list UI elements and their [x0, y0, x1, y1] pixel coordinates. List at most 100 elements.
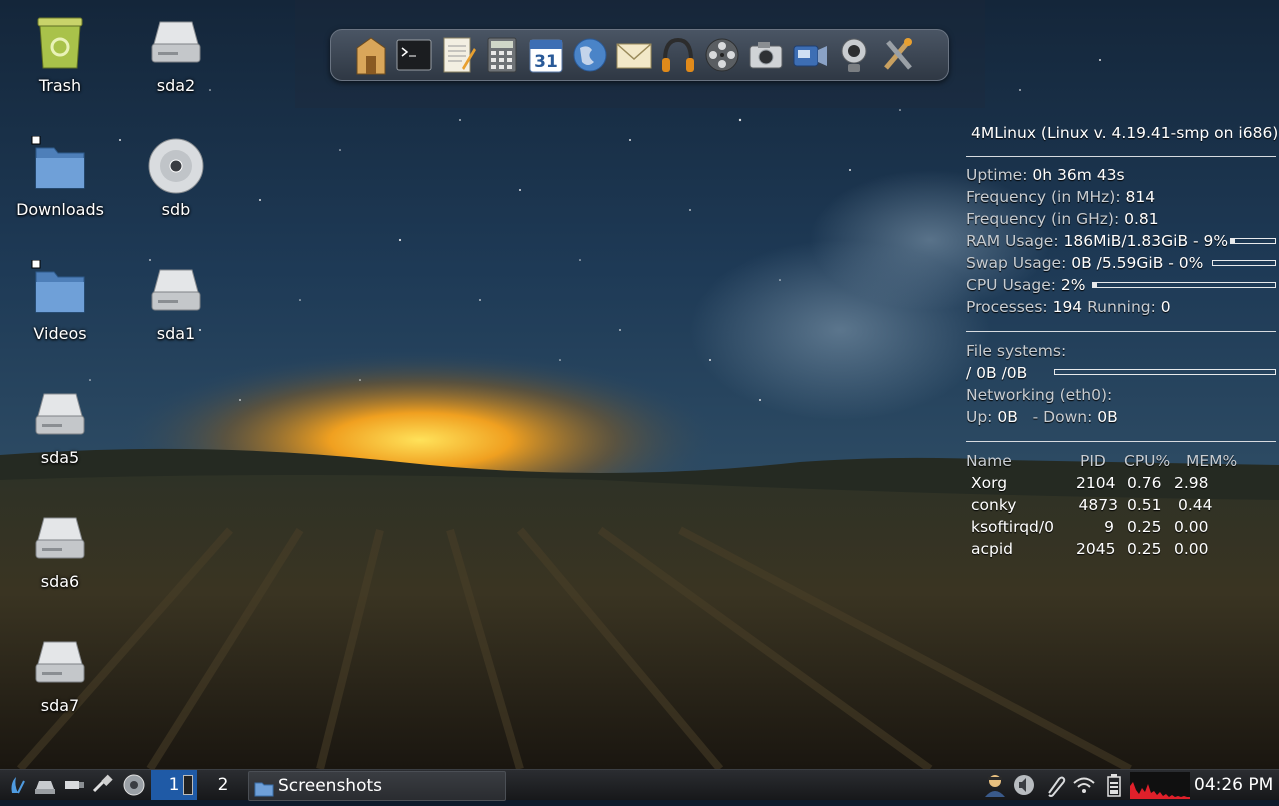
fs-label: File systems: — [966, 342, 1067, 360]
folder-icon — [254, 778, 274, 806]
desktop-icon-sda7[interactable]: sda7 — [5, 632, 115, 715]
desktop-icon-sda5[interactable]: sda5 — [5, 384, 115, 467]
proc-mem: 2.98 — [1174, 474, 1209, 492]
optical-disc-icon — [146, 136, 206, 196]
proc-cpu: 0.25 — [1127, 518, 1162, 536]
network-cable-icon[interactable] — [90, 773, 116, 797]
camcorder-icon[interactable] — [790, 34, 830, 76]
freq-ghz-label: Frequency (in GHz): — [966, 210, 1120, 228]
mail-icon[interactable] — [614, 34, 654, 76]
proc-header-name: Name — [966, 452, 1012, 470]
cpu-value: 2% — [1060, 276, 1086, 294]
proc-header-cpu: CPU% — [1124, 452, 1171, 470]
divider — [966, 156, 1276, 157]
proc-mem: 0.00 — [1174, 540, 1209, 558]
desktop-icon-label: Videos — [33, 324, 87, 343]
freq-ghz-value: 0.81 — [1124, 210, 1159, 228]
desktop-icon-label: sda6 — [40, 572, 80, 591]
swap-value: 0B /5.59GiB - 0% — [1071, 254, 1204, 272]
speaker-icon[interactable] — [121, 773, 147, 797]
divider — [966, 441, 1276, 442]
terminal-icon[interactable] — [394, 34, 434, 76]
drive-icon — [30, 508, 90, 568]
desktop-icon-trash[interactable]: Trash — [5, 12, 115, 95]
desktop-icon-label: sda5 — [40, 448, 80, 467]
task-label: Screenshots — [278, 776, 383, 796]
cpu-label: CPU Usage: — [966, 276, 1056, 294]
proc-cpu: 0.76 — [1127, 474, 1162, 492]
user-icon[interactable] — [982, 773, 1008, 797]
task-button-screenshots[interactable]: Screenshots — [248, 771, 506, 801]
ram-value: 186MiB/1.83GiB - 9% — [1063, 232, 1229, 250]
wifi-icon[interactable] — [1071, 773, 1097, 797]
proc-name: ksoftirqd/0 — [971, 518, 1054, 536]
processes-label: Processes: — [966, 298, 1048, 316]
net-row: Up: 0B - Down: 0B — [966, 406, 1118, 428]
proc-pid: 4873 — [1078, 496, 1118, 514]
cpu-row: CPU Usage: 2% — [966, 274, 1086, 296]
film-reel-icon[interactable] — [702, 34, 742, 76]
ram-row: RAM Usage: 186MiB/1.83GiB - 9% — [966, 230, 1228, 252]
desktop-switch-1[interactable]: 1 — [151, 770, 197, 800]
camera-icon[interactable] — [746, 34, 786, 76]
proc-header-mem: MEM% — [1186, 452, 1238, 470]
desktop-icon-label: sda2 — [156, 76, 196, 95]
text-editor-icon[interactable] — [438, 34, 478, 76]
processes-value: 194 — [1052, 298, 1083, 316]
net-label: Networking (eth0): — [966, 386, 1113, 404]
desktop-icon-label: Downloads — [16, 200, 104, 219]
freq-mhz-label: Frequency (in MHz): — [966, 188, 1121, 206]
usb-icon[interactable] — [61, 773, 87, 797]
proc-header-pid: PID — [1080, 452, 1106, 470]
calendar-icon[interactable]: 31 — [526, 34, 566, 76]
down-value: 0B — [1097, 408, 1118, 426]
up-value: 0B — [997, 408, 1018, 426]
drive-icon[interactable] — [32, 773, 58, 797]
cpu-usage-bar — [1092, 282, 1276, 288]
cpu-graph-icon — [1130, 772, 1190, 799]
swap-usage-bar — [1212, 260, 1276, 266]
desktop-icon-videos[interactable]: Videos — [5, 259, 115, 343]
proc-name: acpid — [971, 540, 1014, 558]
processes-row: Processes: 194 Running: 0 — [966, 296, 1171, 318]
uptime-value: 0h 36m 43s — [1032, 166, 1125, 184]
desktop-switch-2[interactable]: 2 — [205, 770, 241, 800]
desktop-icon-label: Trash — [38, 76, 82, 95]
desktop-icon-sda1[interactable]: sda1 — [121, 260, 231, 343]
home-folder-icon[interactable] — [351, 34, 391, 76]
fs-usage-bar — [1054, 369, 1276, 375]
paperclip-icon[interactable] — [1041, 773, 1067, 797]
divider — [966, 331, 1276, 332]
running-value: 0 — [1160, 298, 1171, 316]
desktop-icon-sda6[interactable]: sda6 — [5, 508, 115, 591]
ram-usage-fill — [1231, 239, 1235, 243]
fs-value: / 0B /0B — [966, 364, 1028, 382]
uptime-row: Uptime: 0h 36m 43s — [966, 164, 1125, 186]
desktop-icon-sda2[interactable]: sda2 — [121, 12, 231, 95]
tools-icon[interactable] — [878, 34, 918, 76]
desktop-number: 1 — [168, 775, 180, 795]
clock[interactable]: 04:26 PM — [1194, 770, 1273, 800]
swap-row: Swap Usage: 0B /5.59GiB - 0% — [966, 252, 1203, 274]
calculator-icon[interactable] — [482, 34, 522, 76]
menu-icon[interactable] — [4, 773, 30, 797]
desktop-number: 2 — [217, 775, 229, 795]
freq-mhz-value: 814 — [1125, 188, 1156, 206]
headphones-icon[interactable] — [658, 34, 698, 76]
folder-icon — [30, 259, 90, 320]
trash-icon — [30, 12, 90, 72]
down-label: - Down: — [1032, 408, 1093, 426]
proc-pid: 2104 — [1076, 474, 1116, 492]
volume-icon[interactable] — [1011, 773, 1037, 797]
freq-mhz-row: Frequency (in MHz): 814 — [966, 186, 1155, 208]
proc-cpu: 0.25 — [1127, 540, 1162, 558]
desktop-icon-downloads[interactable]: Downloads — [5, 135, 115, 219]
proc-pid: 9 — [1104, 518, 1114, 536]
desktop-icon-sdb[interactable]: sdb — [121, 136, 231, 219]
webcam-icon[interactable] — [834, 34, 874, 76]
battery-icon[interactable] — [1101, 773, 1127, 797]
uptime-label: Uptime: — [966, 166, 1028, 184]
proc-name: conky — [971, 496, 1017, 514]
web-browser-icon[interactable] — [570, 34, 610, 76]
freq-ghz-row: Frequency (in GHz): 0.81 — [966, 208, 1159, 230]
